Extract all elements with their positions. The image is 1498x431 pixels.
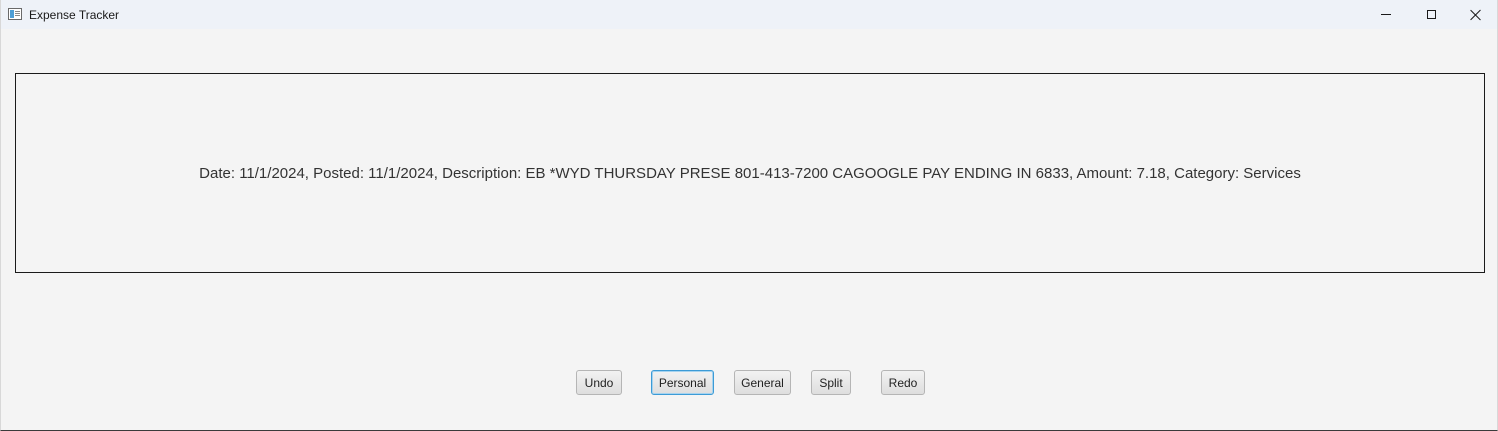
undo-button[interactable]: Undo [576, 370, 622, 395]
minimize-button[interactable] [1363, 0, 1409, 29]
transaction-display-panel: Date: 11/1/2024, Posted: 11/1/2024, Desc… [15, 73, 1485, 273]
maximize-icon [1426, 10, 1436, 19]
app-window-icon [8, 8, 22, 20]
personal-button[interactable]: Personal [651, 370, 714, 395]
transaction-details-label: Date: 11/1/2024, Posted: 11/1/2024, Desc… [199, 164, 1301, 182]
minimize-icon [1381, 14, 1391, 15]
close-icon [1470, 9, 1482, 21]
general-button[interactable]: General [734, 370, 791, 395]
redo-button[interactable]: Redo [881, 370, 925, 395]
close-button[interactable] [1453, 0, 1498, 29]
expense-tracker-window: Expense Tracker Date: 11/1/2024, Posted:… [0, 0, 1498, 431]
maximize-button[interactable] [1408, 0, 1454, 29]
window-title: Expense Tracker [29, 8, 120, 22]
title-bar[interactable]: Expense Tracker [1, 0, 1497, 29]
split-button[interactable]: Split [811, 370, 851, 395]
